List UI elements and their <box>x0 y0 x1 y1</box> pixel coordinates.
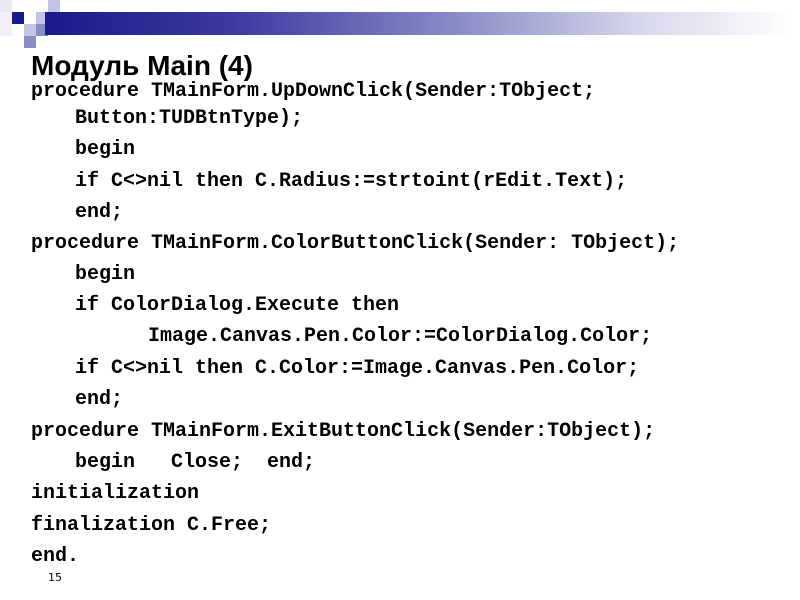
code-line: procedure TMainForm.ColorButtonClick(Sen… <box>31 232 680 255</box>
code-line: end. <box>31 545 80 568</box>
code-line: procedure TMainForm.UpDownClick(Sender:T… <box>31 80 596 103</box>
code-line: begin <box>75 263 136 286</box>
code-line: procedure TMainForm.ExitButtonClick(Send… <box>31 420 656 443</box>
page-number: 15 <box>48 571 62 584</box>
code-line: Button:TUDBtnType); <box>75 107 304 130</box>
code-line: if ColorDialog.Execute then <box>75 294 400 317</box>
code-line: if C<>nil then C.Radius:=strtoint(rEdit.… <box>75 170 628 193</box>
code-line: Image.Canvas.Pen.Color:=ColorDialog.Colo… <box>148 325 653 348</box>
code-line: end; <box>75 388 124 411</box>
code-line: end; <box>75 201 124 224</box>
code-line: if C<>nil then C.Color:=Image.Canvas.Pen… <box>75 357 640 380</box>
code-line: begin <box>75 138 136 161</box>
code-line: initialization <box>31 482 200 505</box>
code-line: begin Close; end; <box>75 451 316 474</box>
code-line: finalization C.Free; <box>31 514 272 537</box>
header-gradient-bar <box>45 12 795 35</box>
